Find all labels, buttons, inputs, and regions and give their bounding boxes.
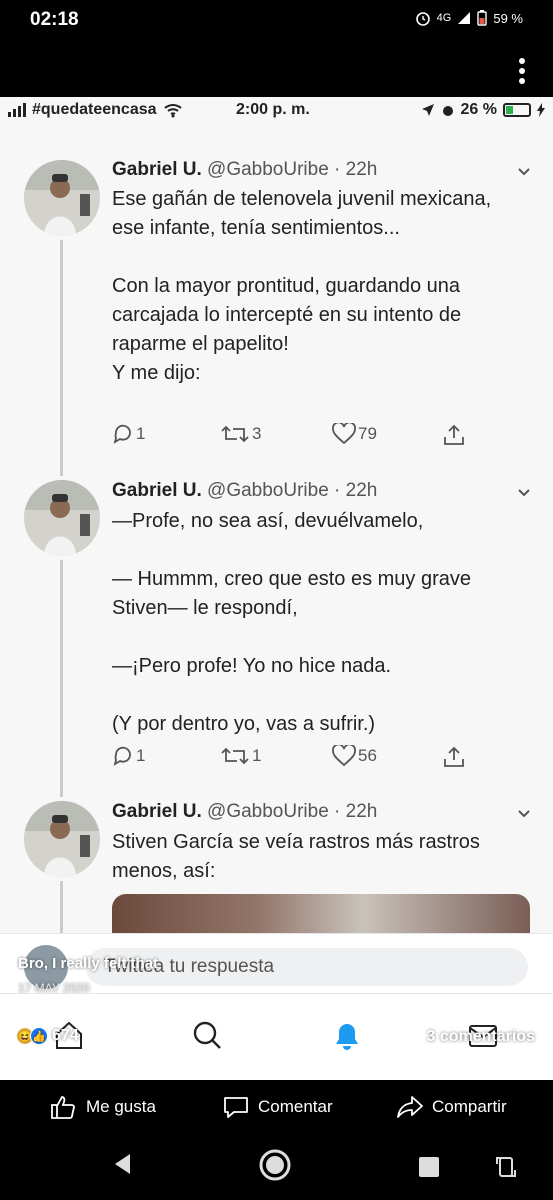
chevron-down-icon[interactable] [517, 486, 531, 500]
battery-icon [503, 103, 531, 117]
home-button-icon[interactable] [258, 1148, 292, 1182]
alarm-icon [415, 12, 430, 26]
author-handle[interactable]: @GabboUribe · 22h [207, 159, 377, 180]
reactions-count: 674 [52, 1027, 79, 1044]
reply-count: 1 [136, 746, 146, 765]
inner-status-bar: #quedateencasa 2:00 p. m. 26 % [0, 97, 553, 125]
comment-button[interactable]: Comentar [222, 1094, 333, 1120]
inner-time: 2:00 p. m. [236, 101, 310, 118]
tweet-actions: 1 1 56 [112, 745, 482, 771]
comment-icon [224, 1097, 248, 1118]
avatar[interactable] [24, 801, 100, 877]
device-status-icons: 4G 59 % [415, 10, 523, 26]
reply-button[interactable]: 1 [112, 423, 145, 445]
rotate-icon[interactable] [495, 1154, 517, 1180]
inner-battery: 26 % [460, 101, 497, 118]
share-icon [444, 424, 464, 445]
heart-icon [332, 745, 356, 767]
retweet-count: 3 [252, 424, 262, 443]
network-type: 4G [436, 12, 452, 24]
notifications-icon[interactable] [330, 1018, 364, 1052]
share-label: Compartir [432, 1097, 507, 1116]
like-button[interactable]: Me gusta [50, 1094, 156, 1120]
comment-label: Comentar [258, 1097, 333, 1116]
alarm-icon [442, 106, 453, 116]
back-icon[interactable] [112, 1152, 134, 1176]
retweet-icon [221, 747, 249, 765]
author-handle[interactable]: @GabboUribe · 22h [207, 480, 377, 501]
device-battery: 59 % [493, 10, 523, 26]
retweet-icon [221, 425, 249, 443]
share-arrow-icon [397, 1096, 423, 1118]
reply-button[interactable]: 1 [112, 745, 145, 767]
author-name[interactable]: Gabriel U. [112, 480, 202, 501]
location-icon [421, 104, 434, 116]
screenshot-image: #quedateencasa 2:00 p. m. 26 % Gabriel U… [0, 97, 553, 1080]
thread-line [60, 881, 63, 941]
avatar[interactable] [24, 160, 100, 236]
tweet-text: Ese gañán de telenovela juvenil mexicana… [112, 188, 492, 384]
share-button[interactable] [442, 745, 466, 769]
reply-icon [113, 424, 131, 444]
thread-line [60, 240, 63, 476]
reply-count: 1 [136, 424, 146, 443]
heart-icon [332, 423, 356, 445]
share-button[interactable] [442, 423, 466, 447]
reactions-summary[interactable]: 😆 👍 674 [16, 1027, 79, 1045]
author-name[interactable]: Gabriel U. [112, 159, 202, 180]
search-icon[interactable] [190, 1018, 224, 1052]
like-count: 56 [358, 746, 377, 765]
retweet-count: 1 [252, 746, 262, 765]
author-handle[interactable]: @GabboUribe · 22h [207, 801, 377, 822]
tweet-text: Stiven García se veía rastros más rastro… [112, 831, 480, 882]
retweet-button[interactable]: 1 [220, 745, 261, 767]
recents-icon[interactable] [418, 1156, 440, 1178]
wifi-icon [163, 104, 182, 118]
share-button[interactable]: Compartir [396, 1094, 507, 1120]
retweet-button[interactable]: 3 [220, 423, 261, 445]
avatar[interactable] [24, 480, 100, 556]
like-reaction-icon: 👍 [30, 1027, 48, 1045]
facebook-caption: Bro, I really felt that [18, 955, 159, 972]
device-time: 02:18 [30, 9, 79, 30]
author-name[interactable]: Gabriel U. [112, 801, 202, 822]
more-options-icon[interactable] [519, 58, 527, 88]
signal-icon [458, 12, 471, 24]
carrier-name: #quedateencasa [32, 101, 157, 118]
chevron-down-icon[interactable] [517, 165, 531, 179]
thread-line [60, 560, 63, 797]
facebook-action-bar: Me gusta Comentar Compartir [0, 1080, 553, 1134]
battery-icon [477, 10, 488, 26]
chevron-down-icon[interactable] [517, 807, 531, 821]
signal-bars-icon [8, 103, 26, 117]
comments-count[interactable]: 3 comentarios [427, 1028, 535, 1046]
reply-icon [113, 746, 131, 766]
tweet-text: —Profe, no sea así, devuélvamelo, — Humm… [112, 510, 472, 735]
like-button[interactable]: 79 [332, 423, 377, 445]
like-button[interactable]: 56 [332, 745, 377, 767]
share-icon [444, 746, 464, 767]
thumbs-up-icon [51, 1096, 75, 1119]
like-label: Me gusta [86, 1097, 156, 1116]
charging-icon [537, 103, 545, 117]
tweet-actions: 1 3 79 [112, 423, 482, 449]
system-navigation-bar [0, 1134, 553, 1200]
device-status-bar: 02:18 4G 59 % [0, 0, 553, 42]
like-count: 79 [358, 424, 377, 443]
